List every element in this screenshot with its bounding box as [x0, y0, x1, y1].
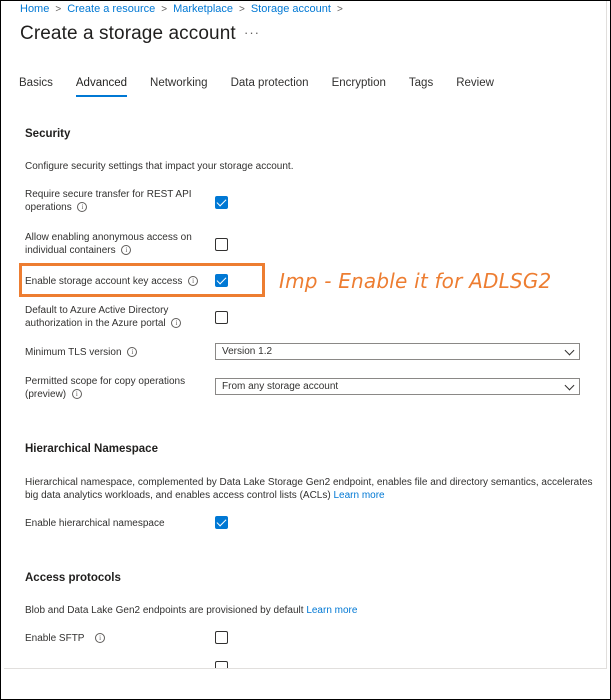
portal-page: Home > Create a resource > Marketplace >… — [4, 1, 607, 669]
annotation-text: Imp - Enable it for ADLSG2 — [279, 269, 552, 293]
breadcrumb-create-resource[interactable]: Create a resource — [67, 3, 155, 15]
hns-enable-checkbox[interactable] — [215, 516, 228, 529]
chevron-right-icon: > — [239, 3, 245, 15]
info-icon[interactable]: i — [171, 318, 182, 329]
info-icon[interactable]: i — [127, 347, 138, 358]
secure-transfer-checkbox[interactable] — [215, 196, 228, 209]
chevron-right-icon: > — [161, 3, 168, 15]
tab-bar: Basics Advanced Networking Data protecti… — [19, 77, 517, 97]
key-access-highlight-box — [19, 263, 265, 297]
tab-networking[interactable]: Networking — [150, 77, 208, 97]
breadcrumb: Home > Create a resource > Marketplace >… — [20, 3, 349, 15]
breadcrumb-marketplace[interactable]: Marketplace — [173, 3, 233, 15]
tab-basics[interactable]: Basics — [19, 77, 53, 97]
hns-enable-label: Enable hierarchical namespace — [25, 518, 165, 529]
security-description: Configure security settings that impact … — [25, 161, 294, 172]
screenshot-frame: Home > Create a resource > Marketplace >… — [0, 0, 611, 700]
copy-scope-select[interactable]: From any storage account — [215, 378, 580, 395]
hns-learn-more-link[interactable]: Learn more — [333, 490, 384, 501]
breadcrumb-storage-account[interactable]: Storage account — [251, 3, 331, 15]
secure-transfer-label: Require secure transfer for REST API ope… — [25, 189, 192, 213]
tab-advanced[interactable]: Advanced — [75, 77, 128, 97]
next-option-checkbox[interactable] — [215, 661, 228, 668]
tab-encryption[interactable]: Encryption — [332, 77, 386, 97]
tls-label: Minimum TLS version i — [25, 346, 138, 359]
access-description: Blob and Data Lake Gen2 endpoints are pr… — [25, 605, 358, 616]
copy-scope-label: Permitted scope for copy operations (pre… — [25, 376, 186, 400]
tls-version-select[interactable]: Version 1.2 — [215, 343, 580, 360]
security-heading: Security — [25, 128, 71, 140]
more-options-icon[interactable]: ··· — [244, 25, 260, 40]
info-icon[interactable]: i — [121, 245, 132, 256]
access-heading: Access protocols — [25, 572, 121, 584]
tab-data-protection[interactable]: Data protection — [231, 77, 309, 97]
info-icon[interactable]: i — [77, 202, 88, 213]
hns-heading: Hierarchical Namespace — [25, 443, 158, 455]
aad-default-checkbox[interactable] — [215, 311, 228, 324]
chevron-right-icon: > — [55, 3, 62, 15]
breadcrumb-home[interactable]: Home — [20, 3, 49, 15]
tab-tags[interactable]: Tags — [409, 77, 433, 97]
info-icon[interactable]: i — [71, 389, 82, 400]
hns-description: Hierarchical namespace, complemented by … — [25, 477, 593, 501]
anonymous-access-checkbox[interactable] — [215, 238, 228, 251]
info-icon[interactable]: i — [95, 633, 106, 644]
chevron-down-icon — [564, 345, 575, 356]
chevron-right-icon: > — [336, 3, 343, 15]
anonymous-access-label: Allow enabling anonymous access on indiv… — [25, 232, 192, 256]
tab-review[interactable]: Review — [456, 77, 494, 97]
sftp-label: Enable SFTP i — [25, 632, 106, 645]
aad-default-label: Default to Azure Active Directory author… — [25, 304, 182, 330]
page-title: Create a storage account — [20, 23, 236, 44]
chevron-down-icon — [564, 380, 575, 391]
sftp-checkbox[interactable] — [215, 631, 228, 644]
access-learn-more-link[interactable]: Learn more — [306, 605, 357, 616]
